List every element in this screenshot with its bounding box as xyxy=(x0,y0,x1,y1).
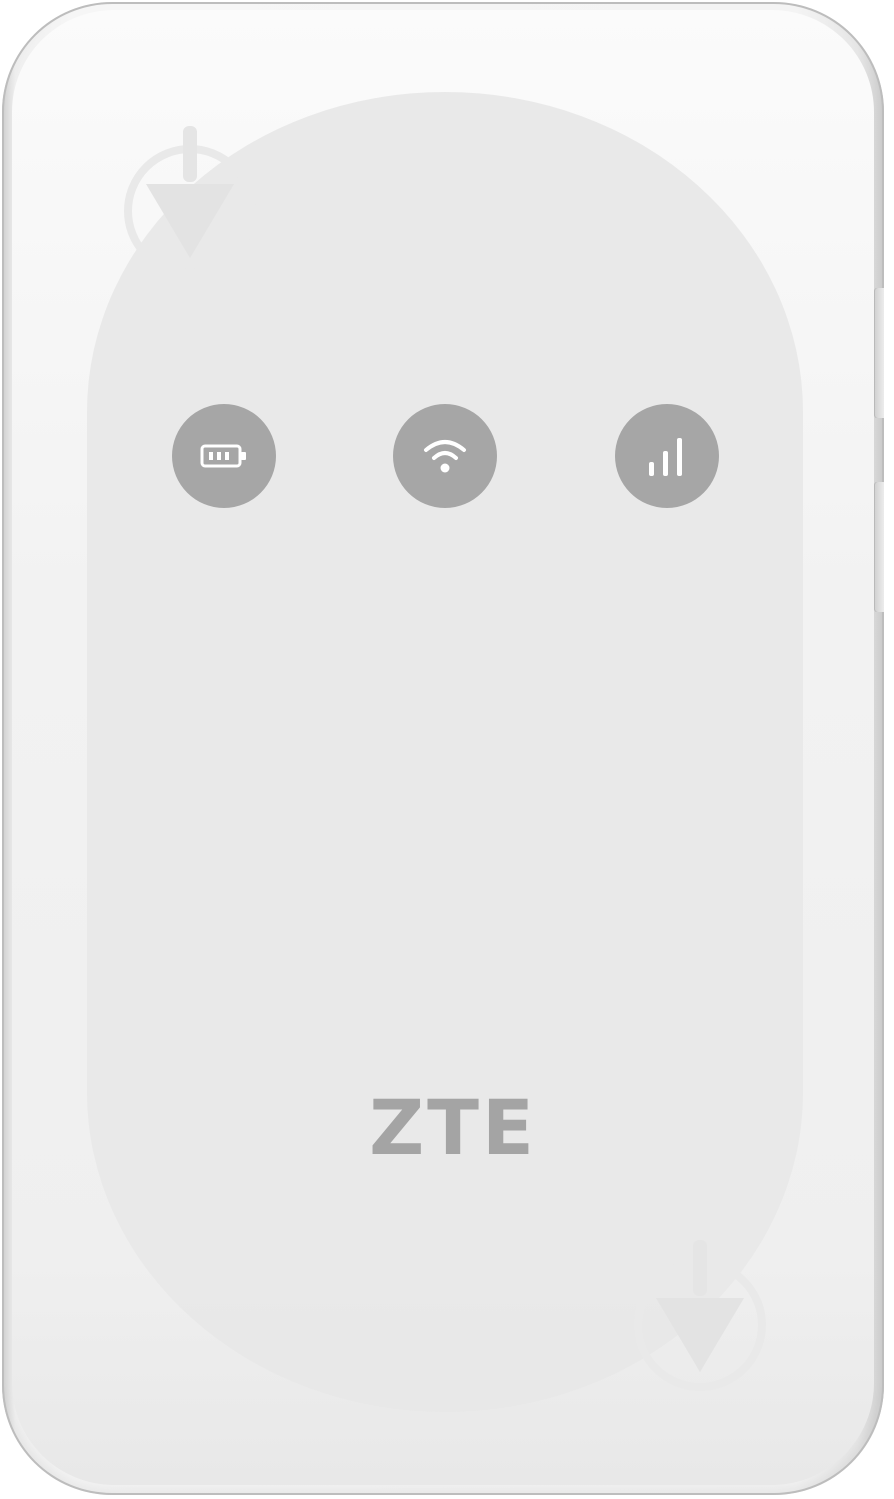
watermark-icon xyxy=(634,1240,766,1391)
side-button-upper[interactable] xyxy=(874,288,884,418)
battery-indicator xyxy=(172,404,276,508)
signal-bars-icon xyxy=(649,438,682,476)
wifi-icon xyxy=(424,440,466,473)
watermark-icon xyxy=(124,126,256,277)
wifi-indicator xyxy=(393,404,497,508)
front-panel xyxy=(87,92,803,1412)
battery-icon xyxy=(200,444,246,468)
side-button-lower[interactable] xyxy=(874,482,884,612)
signal-indicator xyxy=(615,404,719,508)
brand-logo: ZTE xyxy=(369,1082,537,1172)
